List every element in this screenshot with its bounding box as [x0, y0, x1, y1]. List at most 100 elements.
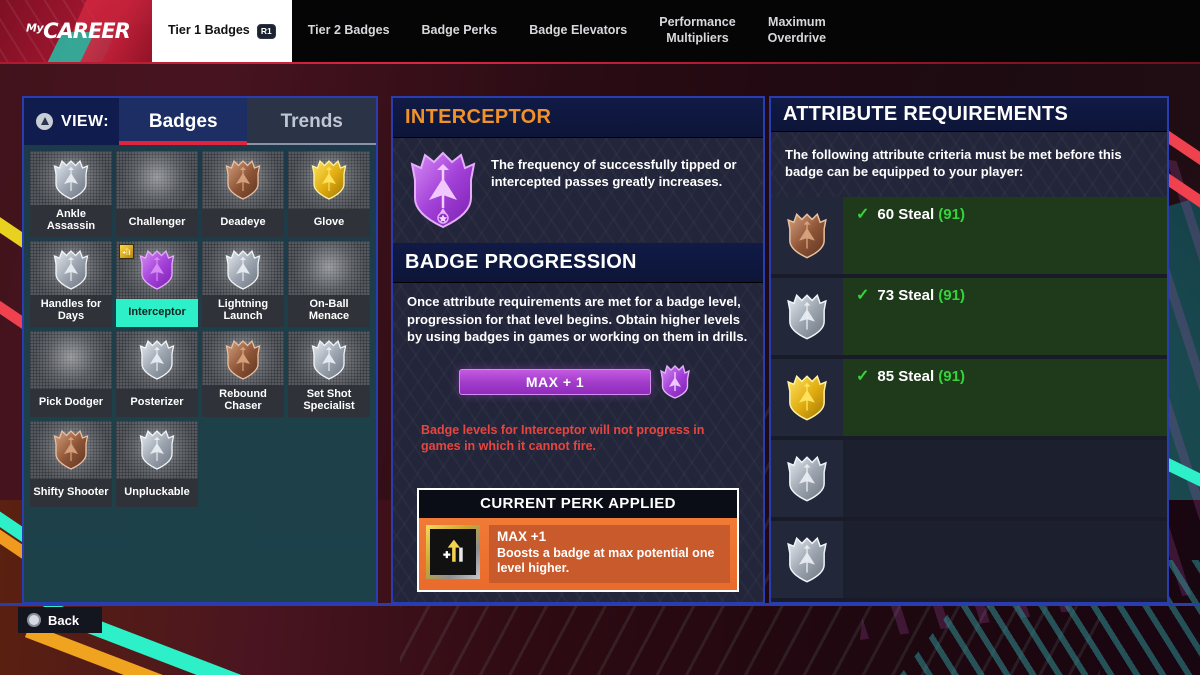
badge-tile-art: [116, 331, 198, 389]
requirement-text: 73 Steal (91): [877, 288, 965, 303]
badge-tile-art: [116, 151, 198, 209]
requirement-row: ✓ 73 Steal (91): [771, 278, 1167, 355]
badge-detail-header: INTERCEPTOR: [393, 98, 763, 138]
badge-tile-art: [30, 241, 112, 299]
current-perk-header: CURRENT PERK APPLIED: [419, 489, 737, 518]
badge-tile-art: [30, 331, 112, 389]
badge-tile-label: Interceptor: [116, 299, 198, 327]
badge-grid: Ankle Assassin Challenger Deadeye Glove H…: [24, 145, 376, 602]
badge-tile-lightning-launch[interactable]: Lightning Launch: [202, 241, 284, 327]
back-button-label: Back: [48, 612, 80, 628]
requirement-row: ✓ 85 Steal (91): [771, 359, 1167, 436]
logo-career-text: CAREER: [43, 19, 131, 43]
badge-tile-deadeye[interactable]: Deadeye: [202, 151, 284, 237]
tab-tier-2-badges-label: Tier 2 Badges: [307, 23, 390, 38]
requirement-row-empty: [771, 440, 1167, 517]
requirement-value: ✓ 73 Steal (91): [843, 278, 1167, 355]
requirement-row: ✓ 60 Steal (91): [771, 197, 1167, 274]
requirement-value: [843, 521, 1167, 598]
badge-tile-label: Deadeye: [202, 209, 284, 237]
progression-warning: Badge levels for Interceptor will not pr…: [421, 422, 705, 453]
requirement-check-icon: ✓: [856, 368, 870, 385]
tab-badge-elevators-label: Badge Elevators: [529, 23, 628, 38]
view-label: VIEW:: [61, 112, 109, 130]
max-plus-one-perk-icon: [426, 524, 480, 579]
badge-progression-title: BADGE PROGRESSION: [405, 251, 637, 273]
badge-tile-art: [202, 151, 284, 209]
tab-maximum-overdrive-label: Maximum Overdrive: [767, 15, 827, 45]
interceptor-badge-icon: [407, 150, 479, 230]
badge-tile-art: [288, 331, 370, 389]
progress-bar: MAX + 1: [459, 368, 651, 395]
tab-badge-perks-label: Badge Perks: [421, 23, 498, 38]
requirement-threshold: 73 Steal: [877, 287, 935, 304]
badge-tile-interceptor[interactable]: Interceptor: [116, 241, 198, 327]
requirement-current-value: (91): [938, 368, 965, 385]
badge-tile-handles-for-days[interactable]: Handles for Days: [30, 241, 112, 327]
tab-badge-elevators[interactable]: Badge Elevators: [513, 0, 643, 62]
requirement-threshold: 60 Steal: [877, 206, 935, 223]
tab-tier-2-badges[interactable]: Tier 2 Badges: [292, 0, 406, 62]
badge-list-panel: VIEW: Badges Trends Ankle Assassin Challe…: [22, 96, 378, 604]
badge-tile-art: [288, 151, 370, 209]
requirement-text: 85 Steal (91): [877, 369, 965, 384]
badge-tile-label: Rebound Chaser: [202, 384, 284, 417]
attribute-requirements-header: ATTRIBUTE REQUIREMENTS: [771, 98, 1167, 132]
requirements-list: ✓ 60 Steal (91) ✓ 73 Steal (91) ✓ 85 Steal …: [771, 197, 1167, 602]
view-tab-trends[interactable]: Trends: [247, 98, 376, 145]
badge-tile-on-ball-menace[interactable]: On-Ball Menace: [288, 241, 370, 327]
requirement-current-value: (91): [938, 206, 965, 223]
tab-maximum-overdrive[interactable]: Maximum Overdrive: [752, 0, 842, 62]
logo-my-text: My: [26, 21, 44, 35]
badge-tile-set-shot-specialist[interactable]: Set Shot Specialist: [288, 331, 370, 417]
tab-performance-multipliers-label: Performance Multipliers: [659, 15, 736, 45]
badge-tile-art: [202, 241, 284, 299]
badge-tile-pick-dodger[interactable]: Pick Dodger: [30, 331, 112, 417]
badge-tile-art: [30, 151, 112, 209]
view-toolbar: VIEW: Badges Trends: [24, 98, 376, 145]
badge-tile-label: Lightning Launch: [202, 294, 284, 327]
badge-tile-label: Handles for Days: [30, 294, 112, 327]
tab-tier-1-badges[interactable]: Tier 1 Badges R1: [152, 0, 292, 62]
badge-tile-shifty-shooter[interactable]: Shifty Shooter: [30, 421, 112, 507]
requirement-threshold: 85 Steal: [877, 368, 935, 385]
perk-name: MAX +1: [497, 528, 547, 544]
badge-tile-posterizer[interactable]: Posterizer: [116, 331, 198, 417]
badge-tile-art: [116, 421, 198, 479]
badge-tile-challenger[interactable]: Challenger: [116, 151, 198, 237]
badge-progression-body: Once attribute requirements are met for …: [393, 283, 763, 602]
current-perk-box: CURRENT PERK APPLIED MAX +1 Boosts a bad…: [417, 487, 739, 592]
requirement-value: ✓ 85 Steal (91): [843, 359, 1167, 436]
badge-tile-label: Posterizer: [116, 389, 198, 417]
badge-tile-label: Shifty Shooter: [30, 479, 112, 507]
badge-tile-ankle-assassin[interactable]: Ankle Assassin: [30, 151, 112, 237]
mycareer-logo: MyCAREER: [0, 0, 152, 62]
back-button[interactable]: Back: [18, 607, 102, 633]
tab-performance-multipliers[interactable]: Performance Multipliers: [643, 0, 751, 62]
progress-badge-icon: [659, 364, 691, 400]
badge-description: The frequency of successfully tipped or …: [491, 157, 737, 190]
badge-tile-rebound-chaser[interactable]: Rebound Chaser: [202, 331, 284, 417]
badge-title: INTERCEPTOR: [405, 106, 552, 128]
view-tab-badges[interactable]: Badges: [118, 98, 248, 145]
attribute-requirements-title: ATTRIBUTE REQUIREMENTS: [783, 102, 1069, 125]
badge-tile-label: Challenger: [116, 209, 198, 237]
requirement-badge-icon: [771, 521, 843, 598]
perk-description: Boosts a badge at max potential one leve…: [497, 545, 715, 576]
tab-tier-1-badges-label: Tier 1 Badges: [168, 23, 250, 38]
current-perk-body: MAX +1 Boosts a badge at max potential o…: [419, 517, 737, 590]
requirement-current-value: (91): [938, 287, 965, 304]
requirement-check-icon: ✓: [856, 287, 870, 304]
requirements-intro: The following attribute criteria must be…: [785, 146, 1122, 180]
requirement-value: [843, 440, 1167, 517]
badge-tile-art: [202, 331, 284, 389]
requirement-row-empty: [771, 521, 1167, 598]
r1-button-hint-icon: R1: [256, 23, 276, 39]
requirement-badge-icon: [771, 440, 843, 517]
badge-summary: The frequency of successfully tipped or …: [393, 138, 763, 243]
badge-tile-glove[interactable]: Glove: [288, 151, 370, 237]
requirements-intro-wrap: The following attribute criteria must be…: [771, 131, 1167, 197]
tab-badge-perks[interactable]: Badge Perks: [406, 0, 514, 62]
badge-tile-unpluckable[interactable]: Unpluckable: [116, 421, 198, 507]
top-navigation-bar: MyCAREER Tier 1 Badges R1 Tier 2 Badges …: [0, 0, 1200, 62]
